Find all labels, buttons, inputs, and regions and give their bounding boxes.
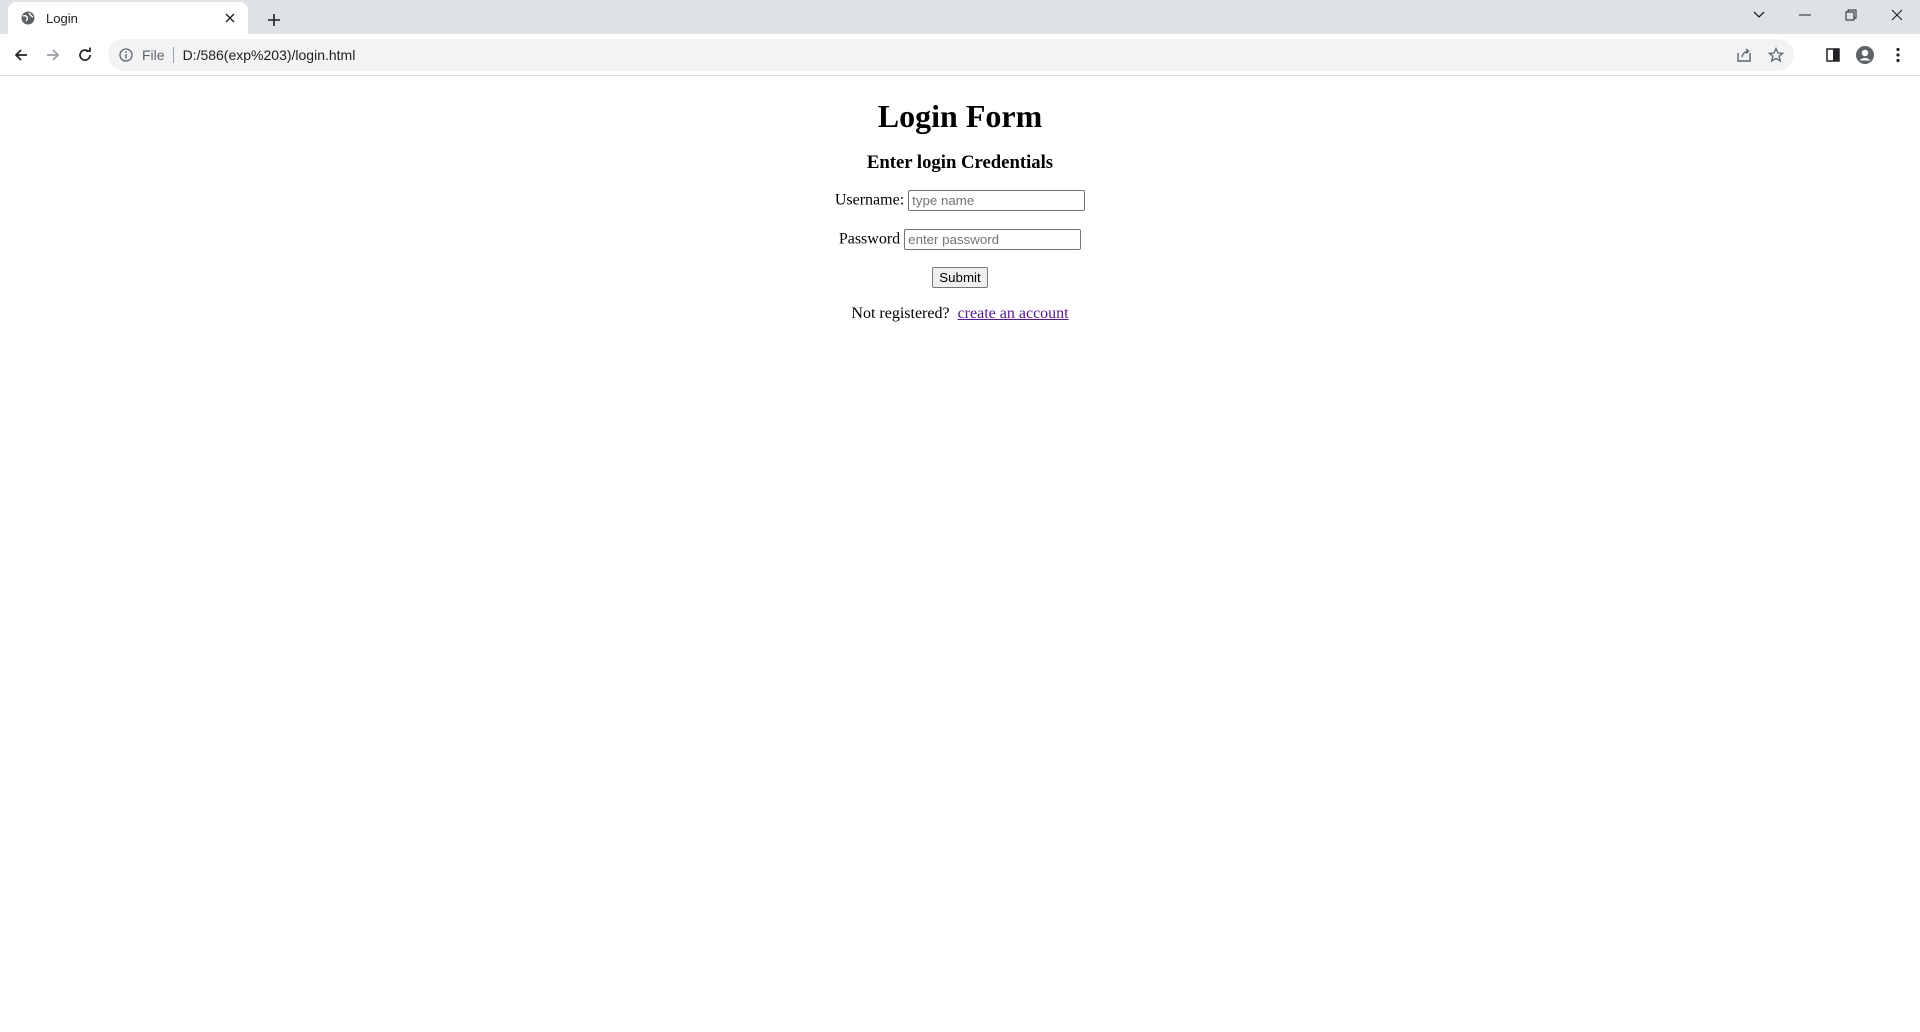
menu-kebab-icon[interactable] [1884, 41, 1912, 69]
forward-arrow-icon[interactable] [39, 41, 67, 69]
create-account-link[interactable]: create an account [958, 305, 1069, 322]
window-close-icon[interactable] [1874, 0, 1920, 30]
url-text[interactable]: D:/586(exp%203)/login.html [183, 47, 1730, 63]
url-scheme-label: File [142, 47, 165, 63]
side-panel-icon[interactable] [1819, 41, 1847, 69]
bookmark-star-icon[interactable] [1762, 41, 1790, 69]
info-icon[interactable] [118, 47, 134, 63]
tab-title: Login [46, 10, 78, 26]
password-row: Password [0, 228, 1920, 250]
tab-search-chevron-down-icon[interactable] [1736, 0, 1782, 30]
minimize-icon[interactable] [1782, 0, 1828, 30]
register-prompt: Not registered? [851, 305, 954, 322]
page-subtitle: Enter login Credentials [866, 152, 1054, 173]
username-input[interactable] [908, 189, 1086, 211]
page-title: Login Form [877, 98, 1043, 134]
tab-strip: Login [0, 0, 1920, 34]
submit-row: Submit [0, 267, 1920, 289]
password-input[interactable] [904, 228, 1082, 250]
register-row: Not registered? create an account [0, 303, 1920, 325]
address-bar[interactable]: File D:/586(exp%203)/login.html [108, 39, 1794, 71]
new-tab-plus-icon[interactable] [260, 6, 288, 34]
password-label: Password [838, 230, 901, 248]
globe-icon [20, 10, 36, 26]
close-icon[interactable] [220, 8, 240, 28]
submit-button[interactable]: Submit [932, 267, 988, 288]
page-content: Login Form Enter login Credentials Usern… [0, 77, 1920, 1032]
share-icon[interactable] [1730, 41, 1758, 69]
browser-toolbar: File D:/586(exp%203)/login.html [0, 34, 1920, 76]
back-arrow-icon[interactable] [7, 41, 35, 69]
omnibox-divider [172, 47, 174, 63]
profile-avatar-icon[interactable] [1851, 41, 1879, 69]
browser-tab[interactable]: Login [8, 2, 248, 34]
reload-icon[interactable] [71, 41, 99, 69]
restore-icon[interactable] [1828, 0, 1874, 30]
username-label: Username: [834, 191, 905, 209]
username-row: Username: [0, 189, 1920, 211]
